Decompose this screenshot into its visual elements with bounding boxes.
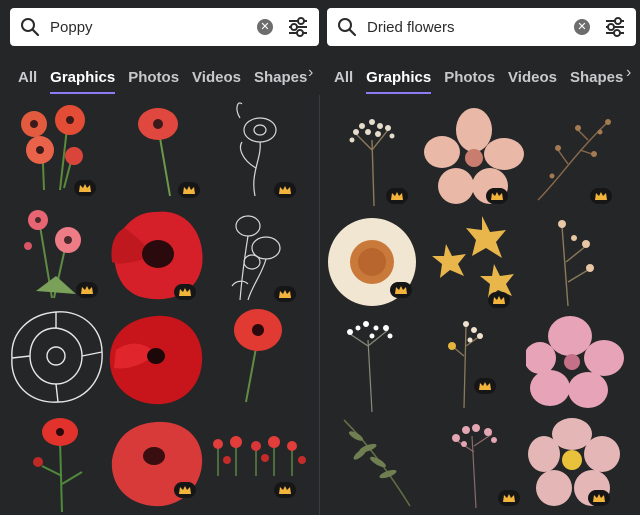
- filter-sliders-icon[interactable]: [600, 8, 630, 46]
- tab-shapes[interactable]: Shapes: [570, 69, 623, 86]
- crown-icon: [488, 292, 510, 308]
- result-line-art-poppy[interactable]: [220, 98, 320, 198]
- result-line-art-poppy-stems[interactable]: [222, 206, 320, 306]
- result-dried-white-gypsophila[interactable]: [328, 316, 428, 416]
- clear-search-icon[interactable]: ✕: [574, 19, 590, 35]
- crown-icon: [74, 180, 96, 196]
- result-dried-brown-sprig[interactable]: [528, 110, 628, 210]
- result-large-red-poppy[interactable]: [108, 206, 208, 306]
- tab-all[interactable]: All: [334, 69, 353, 86]
- crown-icon: [174, 482, 196, 498]
- search-bar[interactable]: Dried flowers ✕: [327, 8, 636, 46]
- result-red-poppy-photo[interactable]: [106, 310, 206, 410]
- search-input[interactable]: Dried flowers: [367, 19, 574, 36]
- search-icon: [327, 8, 367, 46]
- tab-graphics[interactable]: Graphics: [366, 69, 432, 94]
- result-pressed-daisy[interactable]: [326, 214, 426, 314]
- result-dried-white-sprig[interactable]: [328, 110, 428, 210]
- crown-icon: [178, 182, 200, 198]
- result-dried-green-fern[interactable]: [338, 414, 438, 514]
- crown-icon: [590, 188, 612, 204]
- tab-photos[interactable]: Photos: [128, 69, 179, 86]
- chevron-right-icon[interactable]: ›: [626, 64, 631, 82]
- crown-icon: [474, 378, 496, 394]
- category-tabs: All Graphics Photos Videos Shapes: [0, 60, 320, 94]
- result-poppy-field-border[interactable]: [210, 432, 310, 515]
- tab-videos[interactable]: Videos: [508, 69, 557, 86]
- crown-icon: [274, 182, 296, 198]
- search-input[interactable]: Poppy: [50, 19, 257, 36]
- crown-icon: [274, 482, 296, 498]
- clear-search-icon[interactable]: ✕: [257, 19, 273, 35]
- result-watercolor-poppy-head[interactable]: [108, 416, 208, 515]
- category-tabs: All Graphics Photos Videos Shapes: [320, 60, 640, 94]
- crown-icon: [390, 282, 412, 298]
- crown-icon: [174, 284, 196, 300]
- result-pink-poppy-bouquet[interactable]: [16, 206, 116, 306]
- result-single-red-poppy[interactable]: [118, 98, 218, 198]
- result-pressed-yellow-flowers[interactable]: [426, 214, 526, 314]
- result-dried-pink-sprig[interactable]: [436, 416, 536, 515]
- result-pressed-cosmos[interactable]: [526, 416, 626, 515]
- chevron-right-icon[interactable]: ›: [308, 64, 313, 82]
- tab-shapes[interactable]: Shapes: [254, 69, 307, 86]
- search-bar[interactable]: Poppy ✕: [10, 8, 319, 46]
- right-search-panel: Dried flowers ✕ All Graphics Photos Vide…: [320, 0, 640, 515]
- crown-icon: [486, 188, 508, 204]
- crown-icon: [76, 282, 98, 298]
- result-poppy-on-stem[interactable]: [224, 306, 320, 406]
- tab-videos[interactable]: Videos: [192, 69, 241, 86]
- left-search-panel: Poppy ✕ All Graphics Photos Videos Shape…: [0, 0, 320, 515]
- result-pressed-pink-flower-2[interactable]: [524, 316, 626, 416]
- result-red-poppy-bunch[interactable]: [12, 98, 112, 198]
- tab-photos[interactable]: Photos: [444, 69, 495, 86]
- tab-all[interactable]: All: [18, 69, 37, 86]
- filter-sliders-icon[interactable]: [283, 8, 313, 46]
- crown-icon: [274, 286, 296, 302]
- search-icon: [10, 8, 50, 46]
- result-pressed-pink-flower[interactable]: [424, 108, 524, 208]
- result-outline-poppy-flower[interactable]: [8, 308, 108, 408]
- crown-icon: [588, 490, 610, 506]
- crown-icon: [498, 490, 520, 506]
- result-dried-flower-stem[interactable]: [532, 216, 632, 316]
- result-watercolor-poppy-stem[interactable]: [22, 416, 122, 515]
- crown-icon: [386, 188, 408, 204]
- tab-graphics[interactable]: Graphics: [50, 69, 116, 94]
